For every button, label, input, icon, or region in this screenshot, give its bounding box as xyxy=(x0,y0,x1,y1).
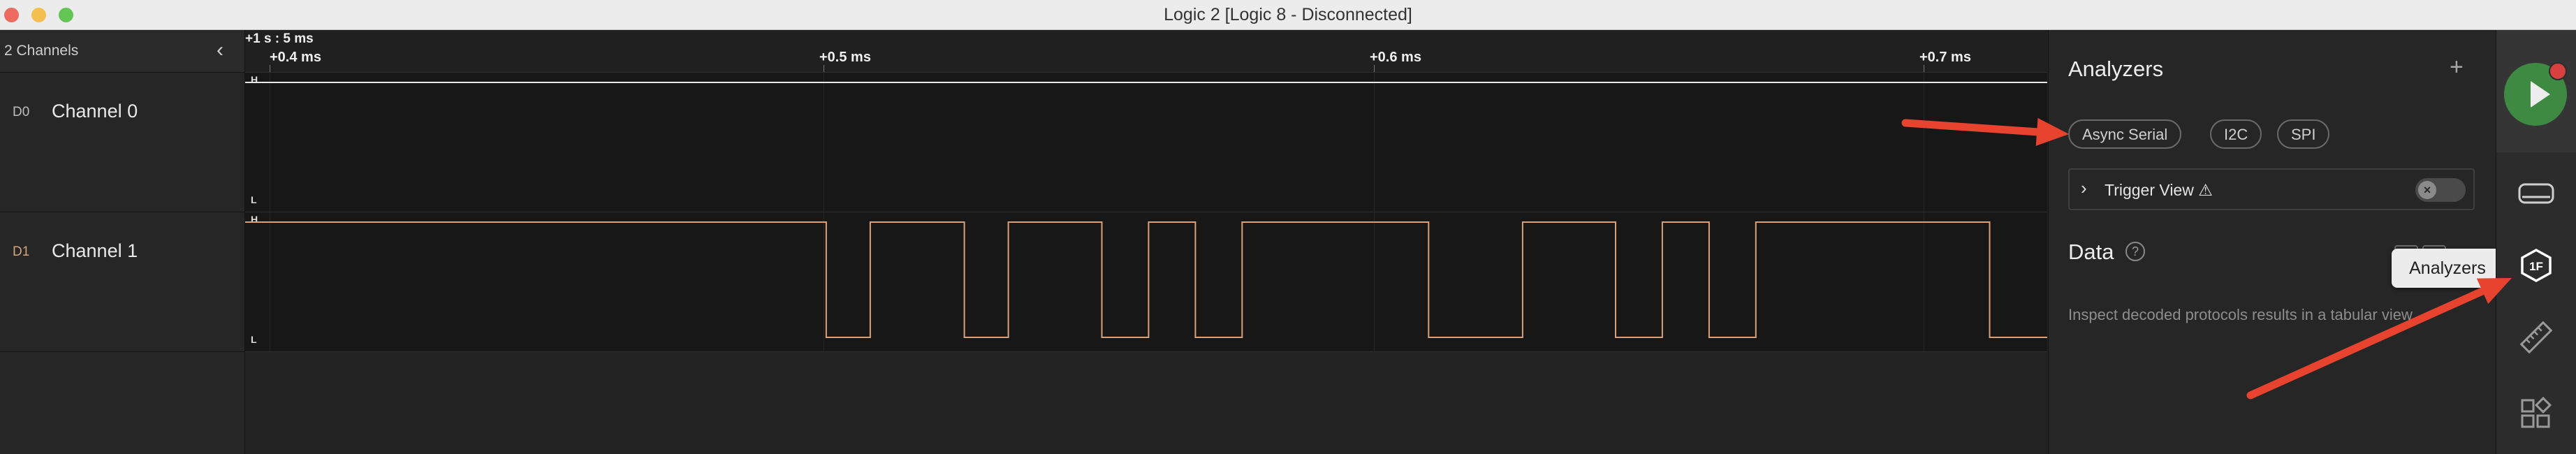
channel-row-1[interactable]: D1 Channel 1 xyxy=(0,212,244,352)
svg-text:1F: 1F xyxy=(2529,260,2543,273)
ruler-icon[interactable] xyxy=(2515,316,2557,358)
analyzers-icon[interactable]: 1F xyxy=(2515,244,2557,286)
channel-name: Channel 1 xyxy=(52,240,138,261)
channel-list-panel: 2 Channels ‹ D0 Channel 0 D1 Channel 1 xyxy=(0,30,245,454)
window-title: Logic 2 [Logic 8 - Disconnected] xyxy=(1164,5,1412,24)
window-titlebar: Logic 2 [Logic 8 - Disconnected] xyxy=(0,0,2576,30)
channels-header: 2 Channels ‹ xyxy=(0,30,244,73)
data-section-title: Data xyxy=(2068,240,2114,264)
waveform-traces xyxy=(245,82,2047,338)
right-icon-sidebar: 1F xyxy=(2496,30,2576,454)
analyzers-panel: Analyzers + Async Serial I2C SPI › Trigg… xyxy=(2048,30,2496,454)
capture-area xyxy=(2496,30,2576,152)
data-description: Inspect decoded protocols results in a t… xyxy=(2068,306,2416,323)
channel-row-0[interactable]: D0 Channel 0 xyxy=(0,73,244,212)
collapse-panel-chevron-icon[interactable]: ‹ xyxy=(217,40,224,61)
analyzers-title: Analyzers xyxy=(2068,57,2164,81)
close-icon: × xyxy=(2418,181,2436,199)
analyzers-tooltip: Analyzers xyxy=(2392,249,2503,288)
device-icon[interactable] xyxy=(2515,173,2557,215)
plus-icon[interactable]: + xyxy=(2450,55,2464,79)
trigger-view-toggle[interactable]: × xyxy=(2415,178,2466,202)
channel-id: D0 xyxy=(13,105,30,119)
i2c-chip[interactable]: I2C xyxy=(2210,119,2262,149)
chevron-right-icon[interactable]: › xyxy=(2081,177,2087,199)
spi-chip[interactable]: SPI xyxy=(2277,119,2330,149)
async-serial-chip[interactable]: Async Serial xyxy=(2068,119,2182,149)
trigger-view-label: Trigger View ⚠ xyxy=(2105,181,2213,199)
record-status-dot xyxy=(2549,62,2567,80)
waveform-view[interactable]: +1 s : 5 ms +0.4 ms +0.5 ms +0.6 ms +0.7… xyxy=(245,30,2047,454)
channel-id: D1 xyxy=(13,244,30,259)
channels-count: 2 Channels xyxy=(4,43,79,59)
trigger-view-row[interactable]: › Trigger View ⚠ × xyxy=(2068,168,2475,210)
channel-name: Channel 0 xyxy=(52,101,138,122)
channel-1-trace xyxy=(245,221,2047,338)
extensions-icon[interactable] xyxy=(2515,393,2557,435)
help-icon[interactable]: ? xyxy=(2125,242,2145,261)
